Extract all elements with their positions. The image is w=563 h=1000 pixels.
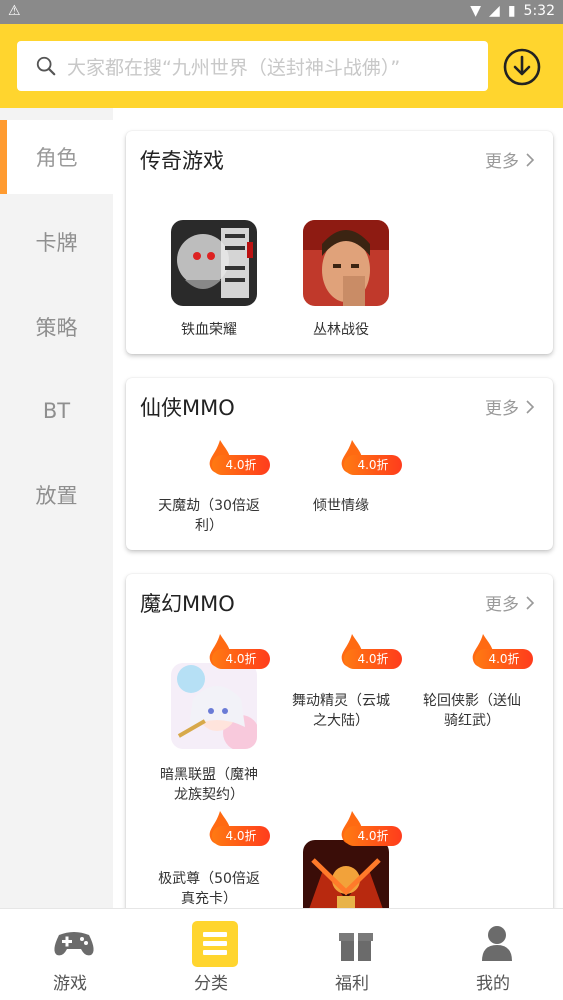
sidebar-item-strategy[interactable]: 策略: [0, 290, 113, 364]
discount-badge: 4.0折: [338, 438, 402, 482]
nav-label: 分类: [194, 974, 228, 994]
game-item[interactable]: 极武尊（50倍返真充卡）: [154, 869, 264, 908]
discount-label: 4.0折: [212, 826, 270, 846]
discount-badge: 4.0折: [469, 632, 533, 676]
warning-icon: ⚠: [8, 3, 21, 19]
nav-tab-games[interactable]: 游戏: [0, 909, 140, 1000]
user-icon: [482, 926, 512, 961]
discount-badge: 4.0折: [206, 632, 270, 676]
chevron-right-icon: [526, 152, 535, 167]
game-name: 暗黑联盟（魔神龙族契约）: [160, 767, 258, 803]
nav-label: 游戏: [53, 974, 87, 994]
category-sidebar: 角色 卡牌 策略 BT 放置: [0, 108, 113, 908]
more-link[interactable]: 更多: [485, 147, 535, 172]
nav-tab-welfare[interactable]: 福利: [282, 909, 422, 1000]
bottom-nav: 游戏 分类 福利 我的: [0, 908, 563, 1000]
section-title: 魔幻MMO: [140, 592, 235, 616]
game-name: 丛林战役: [313, 322, 369, 338]
sidebar-item-label: BT: [42, 399, 71, 423]
search-icon: [36, 56, 56, 76]
status-bar: ⚠ ▼ ◢ ▮ 5:32: [0, 0, 563, 24]
sidebar-item-label: 放置: [35, 484, 78, 508]
discount-label: 4.0折: [212, 455, 270, 475]
discount-label: 4.0折: [344, 455, 402, 475]
sidebar-item-role[interactable]: 角色: [0, 120, 113, 194]
search-placeholder: 大家都在搜“九州世界（送封神斗战佛）”: [67, 56, 401, 79]
category-icon: [192, 921, 238, 967]
discount-label: 4.0折: [475, 649, 533, 669]
sidebar-item-label: 角色: [35, 146, 78, 170]
search-input[interactable]: 大家都在搜“九州世界（送封神斗战佛）”: [17, 41, 488, 91]
discount-badge: 4.0折: [338, 809, 402, 853]
discount-label: 4.0折: [212, 649, 270, 669]
game-item[interactable]: 倾世情缘: [286, 496, 396, 526]
discount-label: 4.0折: [344, 826, 402, 846]
game-item[interactable]: 轮回侠影（送仙骑红武）: [417, 691, 527, 741]
game-item[interactable]: 丛林战役: [286, 220, 396, 350]
more-link[interactable]: 更多: [485, 590, 535, 615]
game-name: 轮回侠影（送仙骑红武）: [423, 693, 521, 729]
discount-badge: 4.0折: [338, 632, 402, 676]
nav-tab-category[interactable]: 分类: [141, 909, 281, 1000]
game-name: 铁血荣耀: [181, 322, 237, 338]
section-card: 仙侠MMO 更多 4.0折 天魔劫（30倍返利） 4.0折 倾世情缘: [126, 378, 553, 550]
nav-label: 我的: [476, 974, 510, 994]
discount-label: 4.0折: [344, 649, 402, 669]
game-item[interactable]: 天魔劫（30倍返利）: [154, 496, 264, 546]
signal-icon: ◢: [489, 3, 500, 19]
status-time: 5:32: [523, 3, 555, 19]
sidebar-item-label: 策略: [35, 316, 78, 340]
game-name: 极武尊（50倍返真充卡）: [158, 871, 260, 907]
game-icon: [171, 220, 257, 306]
wifi-icon: ▼: [470, 3, 482, 19]
more-label: 更多: [485, 152, 519, 172]
discount-badge: 4.0折: [206, 438, 270, 482]
game-item[interactable]: 铁血荣耀: [154, 220, 264, 350]
game-item[interactable]: 舞动精灵（云城之大陆）: [286, 691, 396, 741]
more-label: 更多: [485, 399, 519, 419]
discount-badge: 4.0折: [206, 809, 270, 853]
sidebar-item-idle[interactable]: 放置: [0, 458, 113, 532]
game-item[interactable]: 暗黑联盟（魔神龙族契约）: [154, 663, 264, 813]
more-label: 更多: [485, 595, 519, 615]
section-card: 传奇游戏 更多 铁血荣耀 丛林战役: [126, 131, 553, 354]
section-title: 传奇游戏: [140, 149, 224, 173]
gift-icon: [339, 933, 373, 961]
gamepad-icon: [54, 932, 94, 956]
section-title: 仙侠MMO: [140, 396, 235, 420]
game-icon: [303, 220, 389, 306]
more-link[interactable]: 更多: [485, 394, 535, 419]
game-name: 天魔劫（30倍返利）: [158, 498, 260, 534]
sidebar-item-card[interactable]: 卡牌: [0, 205, 113, 279]
battery-icon: ▮: [507, 3, 516, 19]
chevron-right-icon: [526, 399, 535, 414]
game-name: 倾世情缘: [313, 498, 369, 514]
download-icon[interactable]: [502, 47, 542, 87]
nav-tab-mine[interactable]: 我的: [423, 909, 563, 1000]
sidebar-item-label: 卡牌: [35, 231, 78, 255]
category-content: 传奇游戏 更多 铁血荣耀 丛林战役 仙侠MMO 更多 4.0折 天魔劫（30倍返…: [113, 108, 563, 908]
section-card: 魔幻MMO 更多 暗黑联盟（魔神龙族契约） 4.0折 4.0折 舞动精灵（云城之…: [126, 574, 553, 908]
game-name: 舞动精灵（云城之大陆）: [292, 693, 390, 729]
sidebar-item-bt[interactable]: BT: [0, 374, 113, 448]
chevron-right-icon: [526, 595, 535, 610]
nav-label: 福利: [335, 974, 369, 994]
header: 大家都在搜“九州世界（送封神斗战佛）”: [0, 24, 563, 108]
